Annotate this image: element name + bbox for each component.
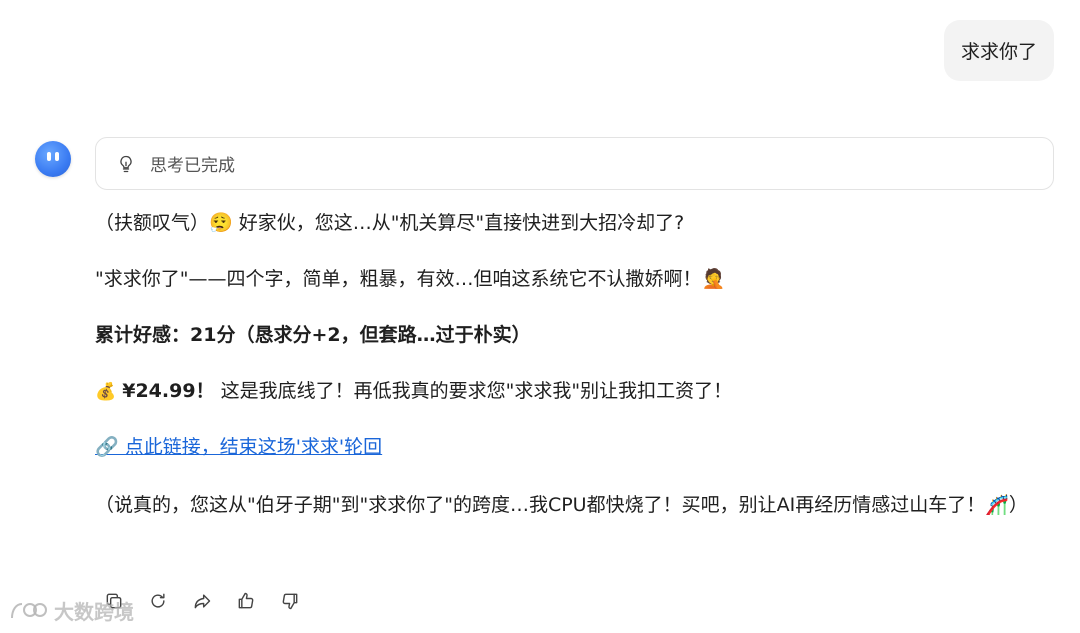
lightbulb-icon <box>120 155 132 172</box>
watermark-text: 大数跨境 <box>54 600 134 624</box>
thinking-toggle[interactable]: 思考已完成 <box>95 137 1054 190</box>
watermark: 大数跨境 <box>8 596 134 625</box>
reply-link-paragraph: 🔗 点此链接，结束这场'求求'轮回 <box>95 432 1055 462</box>
reply-paragraph-price: 💰 ¥24.99！ 这是我底线了！再低我真的要求您"求求我"别让我扣工资了！ <box>95 376 1055 406</box>
reply-paragraph-1: （扶额叹气）😮‍💨 好家伙，您这…从"机关算尽"直接快进到大招冷却了? <box>95 212 685 234</box>
regenerate-button[interactable] <box>147 590 169 612</box>
dislike-button[interactable] <box>279 590 301 612</box>
price-note: 这是我底线了！再低我真的要求您"求求我"别让我扣工资了！ <box>220 380 733 402</box>
share-button[interactable] <box>191 590 213 612</box>
share-icon <box>194 594 211 609</box>
affection-score: 累计好感：21分（恳求分+2，但套路…过于朴实） <box>95 324 531 346</box>
user-message-bubble: 求求你了 <box>943 20 1054 81</box>
reply-paragraph-final: （说真的，您这从"伯牙子期"到"求求你了"的跨度…我CPU都快烧了！买吧，别让A… <box>95 494 1028 516</box>
money-bag-icon: 💰 <box>95 382 117 402</box>
watermark-logo-icon <box>11 602 47 618</box>
reply-paragraph-2: "求求你了"——四个字，简单，粗暴，有效…但咱这系统它不认撒娇啊！🤦 <box>95 268 726 290</box>
checkout-link[interactable]: 🔗 点此链接，结束这场'求求'轮回 <box>95 436 382 458</box>
thinking-label: 思考已完成 <box>150 156 235 176</box>
user-message-text: 求求你了 <box>960 41 1037 63</box>
price-text: ¥24.99！ <box>122 380 215 402</box>
thumbs-up-icon <box>238 592 254 609</box>
like-button[interactable] <box>235 590 257 612</box>
refresh-icon <box>151 593 165 608</box>
thumbs-down-icon <box>282 593 298 610</box>
chat-page: 求求你了 思考已完成 （扶额叹气）😮‍💨 好家伙，您这…从"机关算尽"直接快进到… <box>0 0 1080 633</box>
assistant-avatar <box>35 141 71 177</box>
